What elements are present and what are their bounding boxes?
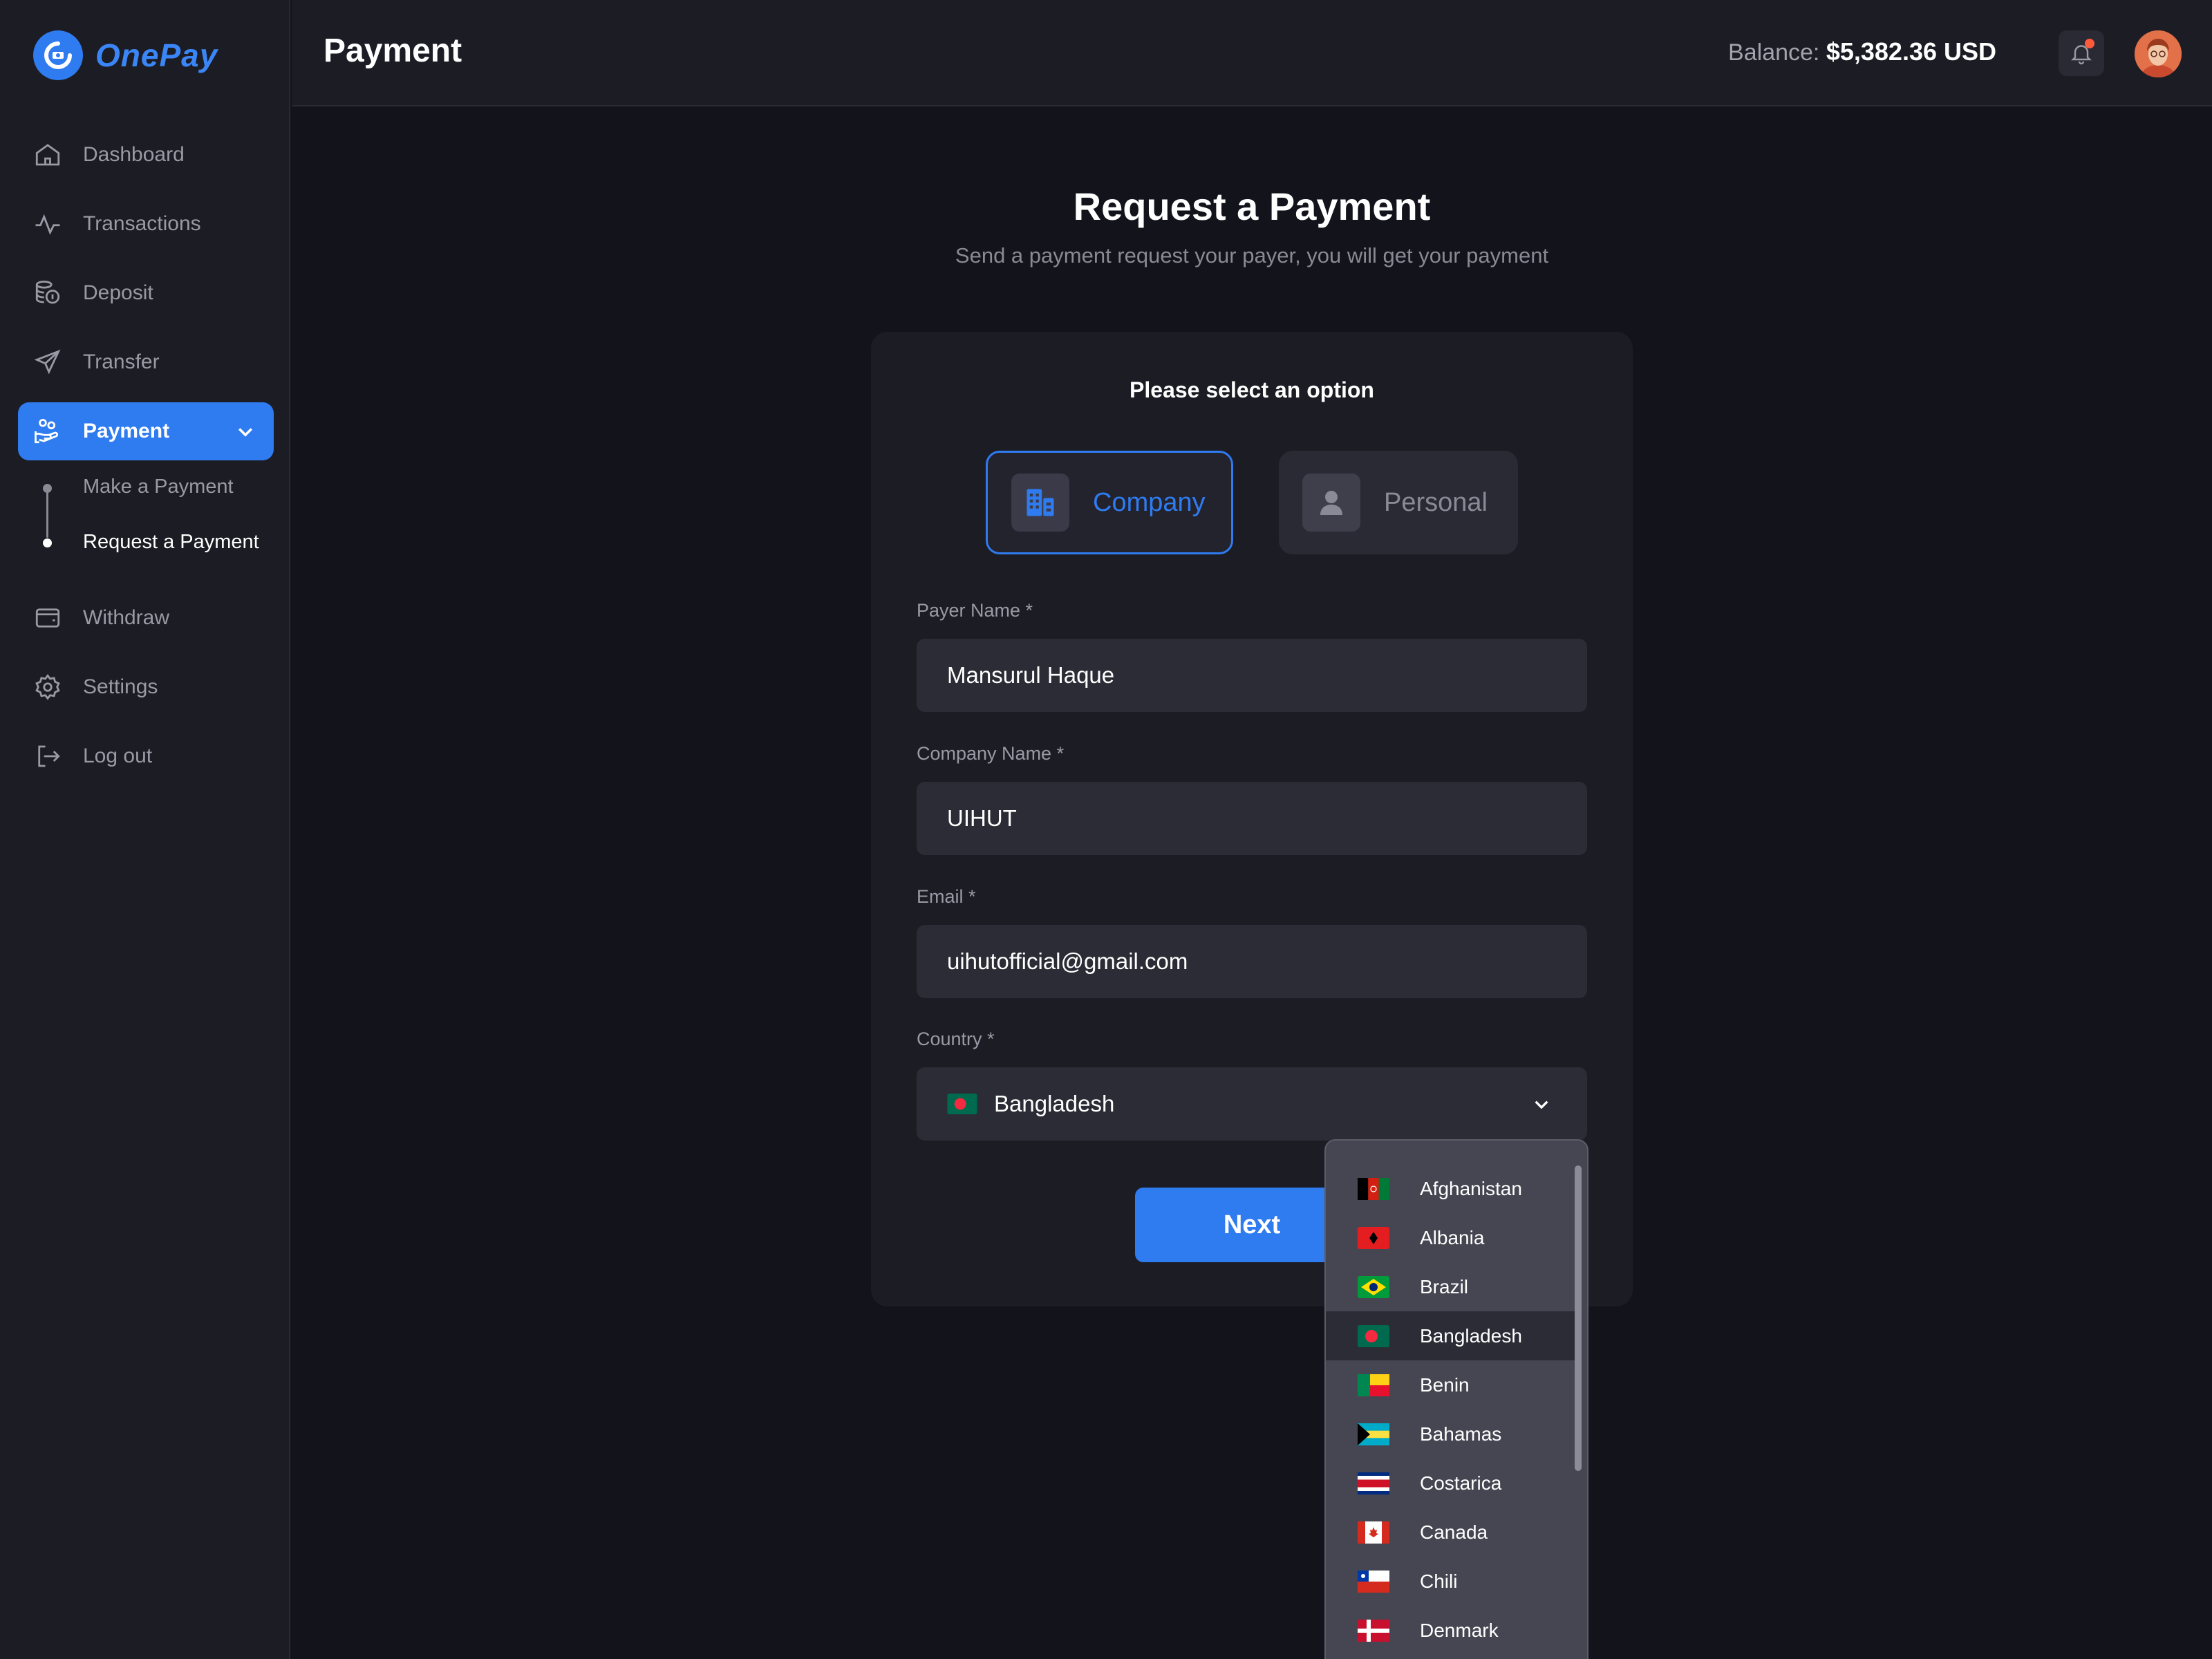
country-option-label: Benin [1420, 1374, 1470, 1396]
costa-rica-flag-icon [1358, 1472, 1389, 1494]
country-option-label: Bangladesh [1420, 1324, 1522, 1347]
subnav-dot [43, 484, 52, 493]
country-option-chili[interactable]: Chili [1326, 1557, 1577, 1606]
sidebar-subitem-make-payment[interactable]: Make a Payment [83, 476, 234, 498]
bangladesh-flag-icon [947, 1094, 977, 1114]
country-option-label: Albania [1420, 1226, 1485, 1248]
option-company-label: Company [1093, 487, 1206, 517]
sidebar-item-transfer[interactable]: Transfer [18, 333, 274, 391]
albania-flag-icon [1358, 1226, 1389, 1249]
country-option-costarica[interactable]: Costarica [1326, 1459, 1577, 1508]
denmark-flag-icon [1358, 1619, 1389, 1642]
country-option-label: Bahamas [1420, 1423, 1502, 1445]
country-option-albania[interactable]: Albania [1326, 1213, 1577, 1262]
company-name-input[interactable]: UIHUT [917, 782, 1587, 855]
gear-icon [35, 674, 60, 700]
option-personal[interactable]: Personal [1279, 451, 1518, 554]
request-payment-title: Request a Payment [1073, 185, 1431, 228]
sidebar-item-dashboard[interactable]: Dashboard [18, 126, 274, 184]
email-value: uihutofficial@gmail.com [947, 948, 1188, 974]
sidebar-item-label: Transfer [83, 350, 160, 373]
wallet-icon [35, 608, 60, 628]
logout-icon [38, 745, 60, 767]
hand-coin-icon [35, 418, 59, 444]
country-option-label: Brazil [1420, 1275, 1469, 1297]
balance-display: Balance: $5,382.36 USD [1728, 37, 1996, 66]
benin-flag-icon [1358, 1374, 1389, 1396]
country-option-bahamas[interactable]: Bahamas [1326, 1409, 1577, 1459]
brand-name: OnePay [95, 37, 218, 73]
balance-label: Balance: [1728, 39, 1820, 66]
app-logo[interactable]: OnePay [33, 30, 218, 80]
subnav-dot-active [43, 538, 52, 547]
top-header: Payment Balance: $5,382.36 USD [292, 0, 2212, 106]
country-option-label: Afghanistan [1420, 1177, 1522, 1199]
payer-name-input[interactable]: Mansurul Haque [917, 639, 1587, 712]
sidebar-item-settings[interactable]: Settings [18, 658, 274, 716]
country-option-label: Costarica [1420, 1472, 1502, 1494]
country-value: Bangladesh [994, 1091, 1115, 1116]
request-payment-subtitle: Send a payment request your payer, you w… [955, 243, 1549, 268]
payment-subnav: Make a Payment Request a Payment [18, 469, 274, 581]
country-dropdown[interactable]: Afghanistan Albania Brazil Bangladesh Be… [1324, 1139, 1588, 1659]
chile-flag-icon [1358, 1570, 1389, 1593]
sidebar-item-withdraw[interactable]: Withdraw [18, 589, 274, 647]
bahamas-flag-icon [1358, 1423, 1389, 1445]
sidebar-item-deposit[interactable]: Deposit [18, 264, 274, 322]
option-heading: Please select an option [1130, 377, 1374, 402]
sidebar-item-label: Log out [83, 744, 153, 767]
onepay-logo-icon [33, 30, 83, 80]
chevron-down-icon [1535, 1100, 1548, 1109]
country-option-brazil[interactable]: Brazil [1326, 1262, 1577, 1311]
company-name-value: UIHUT [947, 805, 1017, 831]
sidebar-item-label: Dashboard [83, 143, 185, 166]
notification-badge [2085, 39, 2094, 48]
payer-name-value: Mansurul Haque [947, 662, 1115, 688]
bangladesh-flag-icon [1358, 1324, 1389, 1347]
sidebar-item-label: Payment [83, 420, 170, 442]
country-option-denmark[interactable]: Denmark [1326, 1606, 1577, 1655]
email-input[interactable]: uihutofficial@gmail.com [917, 925, 1587, 998]
sidebar-item-label: Withdraw [83, 606, 170, 629]
user-avatar-icon [2135, 30, 2182, 77]
avatar[interactable] [2135, 30, 2182, 77]
sidebar-subitem-request-payment[interactable]: Request a Payment [83, 531, 259, 554]
send-icon [34, 349, 61, 375]
brazil-flag-icon [1358, 1275, 1389, 1298]
home-icon [35, 144, 60, 166]
country-option-afghanistan[interactable]: Afghanistan [1326, 1164, 1577, 1213]
option-personal-label: Personal [1384, 487, 1488, 517]
coins-icon [35, 280, 60, 304]
country-option-label: Denmark [1420, 1619, 1499, 1641]
country-option-label: Chili [1420, 1570, 1458, 1592]
chevron-down-icon[interactable] [231, 417, 260, 446]
person-icon [1302, 474, 1360, 532]
country-label: Country * [917, 1029, 995, 1049]
company-name-label: Company Name * [917, 743, 1065, 764]
country-option-canada[interactable]: Canada [1326, 1508, 1577, 1557]
balance-amount: $5,382.36 USD [1826, 37, 1996, 66]
country-option-bangladesh[interactable]: Bangladesh [1326, 1311, 1577, 1360]
country-option-benin[interactable]: Benin [1326, 1360, 1577, 1409]
payer-name-label: Payer Name * [917, 600, 1033, 621]
sidebar-item-label: Deposit [83, 281, 153, 304]
sidebar-item-logout[interactable]: Log out [18, 727, 274, 785]
canada-flag-icon [1358, 1521, 1389, 1544]
dropdown-scrollbar[interactable] [1575, 1165, 1582, 1471]
afghanistan-flag-icon [1358, 1177, 1389, 1200]
building-icon [1011, 474, 1069, 532]
sidebar-item-payment[interactable]: Payment [18, 402, 274, 460]
sidebar-item-label: Settings [83, 675, 158, 698]
page-title: Payment [324, 32, 462, 69]
notifications-button[interactable] [2059, 30, 2104, 76]
country-option-label: Canada [1420, 1521, 1488, 1543]
option-company[interactable]: Company [986, 451, 1233, 554]
email-label: Email * [917, 886, 976, 907]
country-select[interactable]: Bangladesh [917, 1067, 1587, 1141]
